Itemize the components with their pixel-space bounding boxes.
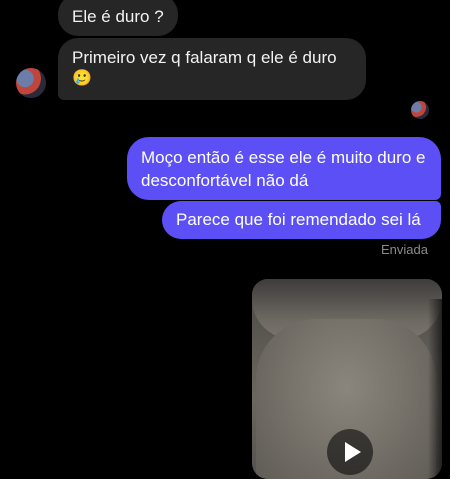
message-incoming-2[interactable]: Primeiro vez q falaram q ele é duro 🥲 [58,38,366,100]
message-text: Moço então é esse ele é muito duro e des… [141,148,426,190]
message-incoming-1[interactable]: Ele é duro ? [58,0,178,36]
contact-avatar[interactable] [16,68,46,98]
message-text: Primeiro vez q falaram q ele é duro [72,48,337,67]
video-message[interactable] [252,279,442,479]
video-thumbnail-shadow [428,299,442,479]
message-outgoing-2[interactable]: Parece que foi remendado sei lá [162,201,441,239]
message-text: Parece que foi remendado sei lá [176,210,421,229]
sent-status: Enviada [381,242,428,257]
message-text: Ele é duro ? [72,7,164,26]
message-outgoing-1[interactable]: Moço então é esse ele é muito duro e des… [127,137,441,200]
play-icon[interactable] [327,429,373,475]
emoji: 🥲 [72,70,92,87]
seen-avatar [411,101,429,119]
